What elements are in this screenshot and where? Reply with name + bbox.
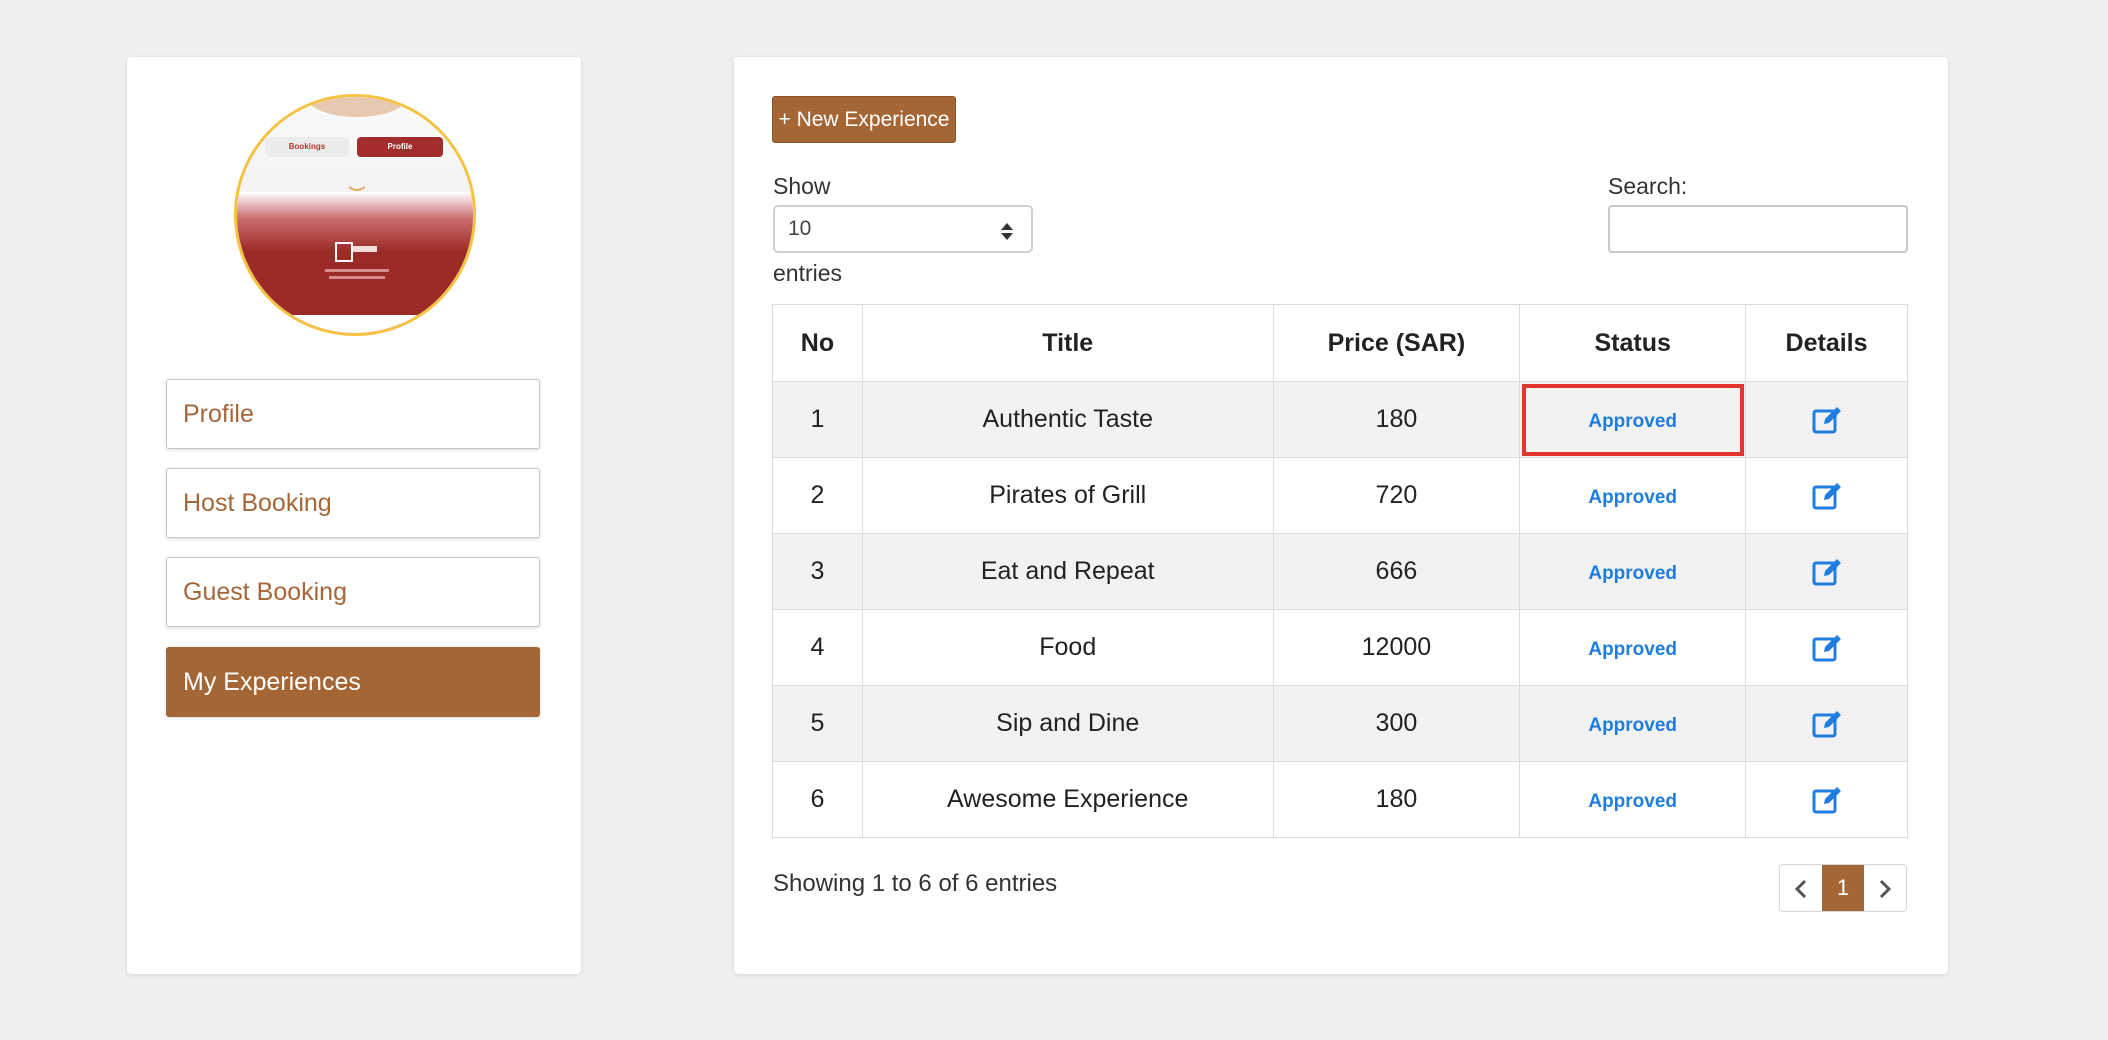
- cell-price: 666: [1272, 533, 1521, 610]
- cell-title: Sip and Dine: [861, 685, 1274, 762]
- cell-no: 2: [772, 457, 863, 534]
- status-approved-link[interactable]: Approved: [1588, 487, 1677, 508]
- cell-title: Food: [861, 609, 1274, 686]
- table-row: 5 Sip and Dine 300 Approved: [772, 685, 1908, 762]
- search-input[interactable]: [1608, 205, 1908, 253]
- cell-details: [1745, 533, 1908, 610]
- table-row: 2 Pirates of Grill 720 Approved: [772, 457, 1908, 534]
- cell-details: [1745, 457, 1908, 534]
- column-header-no[interactable]: No: [772, 304, 863, 382]
- loading-spinner-icon: [345, 167, 369, 191]
- edit-icon[interactable]: [1811, 708, 1843, 740]
- chevron-right-icon: [1879, 880, 1892, 899]
- cell-price: 180: [1272, 761, 1521, 838]
- sidebar-item-my-experiences[interactable]: My Experiences: [166, 647, 540, 717]
- column-header-title[interactable]: Title: [861, 304, 1274, 382]
- experiences-panel: + New Experience Show 10 entries Search:…: [734, 57, 1948, 974]
- cell-no: 1: [772, 381, 863, 458]
- pagination-page-current[interactable]: 1: [1822, 865, 1864, 911]
- avatar: Bookings Profile: [234, 94, 476, 336]
- edit-icon[interactable]: [1811, 632, 1843, 664]
- cell-status: Approved: [1519, 685, 1747, 762]
- sidebar-item-profile[interactable]: Profile: [166, 379, 540, 449]
- table-header-row: No Title Price (SAR) Status Details: [772, 304, 1908, 382]
- cell-title: Eat and Repeat: [861, 533, 1274, 610]
- status-approved-link[interactable]: Approved: [1588, 411, 1677, 432]
- cell-status: Approved: [1519, 457, 1747, 534]
- app-logo-wordmark: [353, 246, 377, 252]
- edit-icon[interactable]: [1811, 480, 1843, 512]
- chevron-left-icon: [1794, 880, 1807, 899]
- pagination: 1: [1779, 864, 1907, 912]
- avatar-tab-bookings: Bookings: [265, 137, 349, 157]
- cell-status: Approved: [1519, 533, 1747, 610]
- avatar-tab-profile: Profile: [357, 137, 443, 157]
- sidebar-item-guest-booking[interactable]: Guest Booking: [166, 557, 540, 627]
- table-info-text: Showing 1 to 6 of 6 entries: [773, 870, 1058, 897]
- cell-details: [1745, 381, 1908, 458]
- avatar-bottom-bar: [237, 315, 473, 333]
- cell-no: 6: [772, 761, 863, 838]
- cell-title: Authentic Taste: [861, 381, 1274, 458]
- edit-icon[interactable]: [1811, 784, 1843, 816]
- edit-icon[interactable]: [1811, 404, 1843, 436]
- avatar-fine-print: [329, 276, 385, 279]
- sidebar-item-host-booking[interactable]: Host Booking: [166, 468, 540, 538]
- cell-no: 4: [772, 609, 863, 686]
- page-size-select[interactable]: 10: [773, 205, 1033, 253]
- cell-no: 3: [772, 533, 863, 610]
- new-experience-button[interactable]: + New Experience: [772, 96, 956, 143]
- status-approved-link[interactable]: Approved: [1588, 639, 1677, 660]
- show-label: Show: [773, 173, 831, 199]
- search-label: Search:: [1608, 173, 1688, 199]
- select-down-arrow-icon: [1001, 233, 1013, 240]
- cell-status: Approved: [1519, 381, 1747, 458]
- cell-price: 12000: [1272, 609, 1521, 686]
- cell-status: Approved: [1519, 609, 1747, 686]
- table-row: 1 Authentic Taste 180 Approved: [772, 381, 1908, 458]
- pagination-prev-button[interactable]: [1780, 865, 1822, 911]
- status-approved-link[interactable]: Approved: [1588, 715, 1677, 736]
- cell-details: [1745, 685, 1908, 762]
- table-row: 6 Awesome Experience 180 Approved: [772, 761, 1908, 838]
- cell-details: [1745, 609, 1908, 686]
- pagination-next-button[interactable]: [1864, 865, 1906, 911]
- edit-icon[interactable]: [1811, 556, 1843, 588]
- avatar-fine-print: [325, 269, 389, 272]
- experiences-table: No Title Price (SAR) Status Details 1 Au…: [772, 304, 1908, 838]
- cell-no: 5: [772, 685, 863, 762]
- status-approved-link[interactable]: Approved: [1588, 563, 1677, 584]
- cell-details: [1745, 761, 1908, 838]
- profile-sidebar: Bookings Profile Profile Host Booking Gu…: [127, 57, 581, 974]
- cell-status: Approved: [1519, 761, 1747, 838]
- status-approved-link[interactable]: Approved: [1588, 791, 1677, 812]
- column-header-status[interactable]: Status: [1519, 304, 1747, 382]
- table-row: 4 Food 12000 Approved: [772, 609, 1908, 686]
- column-header-details[interactable]: Details: [1745, 304, 1908, 382]
- cell-title: Pirates of Grill: [861, 457, 1274, 534]
- cell-price: 720: [1272, 457, 1521, 534]
- cell-price: 300: [1272, 685, 1521, 762]
- select-up-arrow-icon: [1001, 223, 1013, 230]
- app-logo-icon: [335, 242, 353, 262]
- cell-price: 180: [1272, 381, 1521, 458]
- column-header-price[interactable]: Price (SAR): [1272, 304, 1521, 382]
- entries-label: entries: [773, 260, 843, 286]
- page-size-value: 10: [788, 217, 812, 240]
- table-row: 3 Eat and Repeat 666 Approved: [772, 533, 1908, 610]
- cell-title: Awesome Experience: [861, 761, 1274, 838]
